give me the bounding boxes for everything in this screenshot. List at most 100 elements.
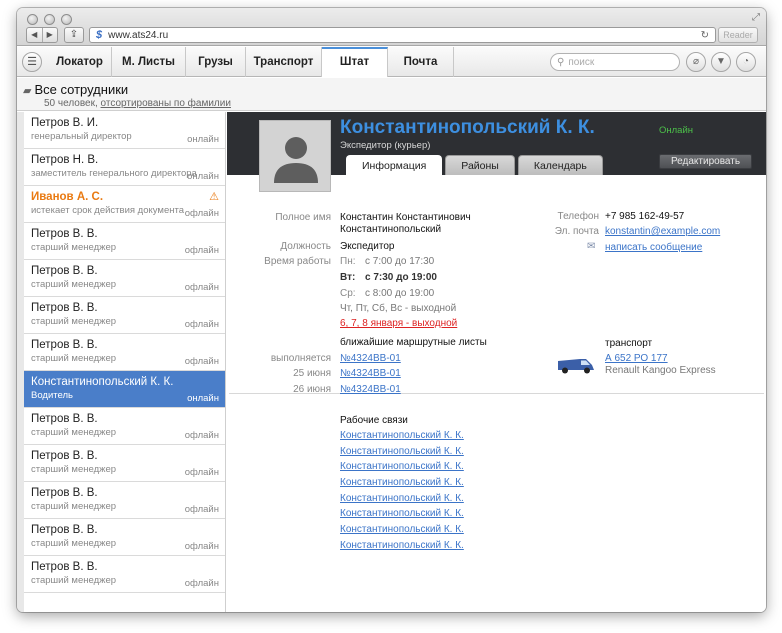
staff-list-item[interactable]: Петров В. В. старший менеджер офлайн: [24, 445, 225, 482]
hours-day: Ср:: [340, 288, 356, 299]
work-link[interactable]: Константинопольский К. К.: [340, 430, 464, 446]
hours-time: с 8:00 до 19:00: [365, 288, 435, 299]
route-label: 25 июня: [293, 368, 331, 379]
staff-status: офлайн: [184, 245, 219, 256]
work-link[interactable]: Константинопольский К. К.: [340, 446, 464, 462]
reload-icon[interactable]: ↻: [701, 30, 709, 41]
online-status: Онлайн: [659, 125, 694, 136]
search-input[interactable]: [568, 56, 669, 68]
reader-button[interactable]: Reader: [718, 27, 758, 43]
transport-model: Renault Kangoo Express: [605, 365, 716, 376]
sort-link[interactable]: отсортированы по фамилии: [101, 98, 231, 109]
route-link[interactable]: №4324ВВ-01: [340, 353, 401, 364]
tab-calendar[interactable]: Календарь: [517, 155, 603, 175]
attach-icon[interactable]: ⌀: [686, 52, 706, 72]
tab-info[interactable]: Информация: [346, 155, 443, 175]
holidays-text: 6, 7, 8 января - выходной: [340, 318, 458, 329]
minimize-window-button[interactable]: [44, 14, 55, 25]
work-link[interactable]: Константинопольский К. К.: [340, 524, 464, 540]
nav-buttons: ◀ ▶: [26, 27, 58, 43]
route-link[interactable]: №4324ВВ-01: [340, 384, 401, 395]
weekend-text: Чт, Пт, Сб, Вс - выходной: [340, 303, 457, 314]
staff-list-item[interactable]: Петров Н. В. заместитель генерального дир…: [24, 149, 225, 186]
list-gutter: [17, 112, 24, 612]
folder-icon: ▰: [23, 85, 32, 97]
hours-day: Вт:: [340, 272, 356, 283]
staff-status: онлайн: [187, 393, 219, 404]
staff-list-item[interactable]: Константинопольский К. К. Водитель онлайн: [24, 371, 225, 408]
staff-list-item[interactable]: Петров В. И. генеральный директор онлайн: [24, 112, 225, 149]
back-button[interactable]: ◀: [27, 28, 42, 42]
transport-plate-link[interactable]: А 652 РО 177: [605, 353, 668, 364]
filter-icon[interactable]: ▼: [711, 52, 731, 72]
staff-list-item[interactable]: Иванов А. С. истекает срок действия докум…: [24, 186, 225, 223]
staff-list-item[interactable]: Петров В. В. старший менеджер офлайн: [24, 556, 225, 593]
staff-list-item[interactable]: Петров В. В. старший менеджер офлайн: [24, 260, 225, 297]
work-link[interactable]: Константинопольский К. К.: [340, 477, 464, 493]
hours-time: с 7:30 до 19:00: [365, 272, 437, 283]
main-tabs: Локатор М. Листы Грузы Транспорт Штат По…: [48, 47, 454, 77]
email-link[interactable]: konstantin@example.com: [605, 226, 720, 237]
full-name-label: Полное имя: [275, 212, 331, 223]
staff-name: Константинопольский К. К.: [31, 376, 174, 388]
zoom-window-button[interactable]: [61, 14, 72, 25]
route-link[interactable]: №4324ВВ-01: [340, 368, 401, 379]
forward-button[interactable]: ▶: [41, 28, 58, 42]
tab-cargo[interactable]: Грузы: [186, 47, 246, 77]
profile-panel: Константинопольский К. К. Экспедитор (ку…: [227, 112, 766, 612]
staff-status: офлайн: [184, 504, 219, 515]
fullscreen-icon[interactable]: ⤢: [752, 12, 760, 23]
address-bar[interactable]: $ www.ats24.ru ↻: [89, 27, 716, 43]
window-controls: [27, 14, 72, 25]
tab-mail[interactable]: Почта: [388, 47, 454, 77]
warning-icon: ⚠: [209, 191, 219, 203]
staff-name: Петров В. В.: [31, 339, 98, 351]
tab-districts[interactable]: Районы: [445, 155, 515, 175]
work-links-list: Константинопольский К. К. Константинополь…: [340, 430, 464, 556]
close-window-button[interactable]: [27, 14, 38, 25]
work-link[interactable]: Константинопольский К. К.: [340, 540, 464, 556]
staff-name: Петров В. В.: [31, 487, 98, 499]
hours-time: с 7:00 до 17:30: [365, 256, 435, 267]
staff-list-item[interactable]: Петров В. В. старший менеджер офлайн: [24, 482, 225, 519]
work-link[interactable]: Константинопольский К. К.: [340, 461, 464, 477]
post-value: Экспедитор: [340, 241, 395, 252]
staff-list-item[interactable]: Петров В. В. старший менеджер офлайн: [24, 297, 225, 334]
avatar: [259, 120, 331, 192]
tab-transport[interactable]: Транспорт: [246, 47, 322, 77]
work-link[interactable]: Константинопольский К. К.: [340, 493, 464, 509]
message-link[interactable]: написать сообщение: [605, 242, 702, 253]
tab-staff[interactable]: Штат: [322, 47, 388, 77]
tab-route-sheets[interactable]: М. Листы: [112, 47, 186, 77]
browser-toolbar: ⤢ ◀ ▶ ⇪ $ www.ats24.ru ↻ Reader: [17, 8, 766, 46]
profile-position: Экспедитор (курьер): [340, 140, 431, 151]
staff-list-item[interactable]: Петров В. В. старший менеджер офлайн: [24, 334, 225, 371]
dashboard-icon[interactable]: ◔: [736, 52, 756, 72]
staff-list-item[interactable]: Петров В. В. старший менеджер офлайн: [24, 223, 225, 260]
staff-list-item[interactable]: Петров В. В. старший менеджер офлайн: [24, 408, 225, 445]
staff-status: офлайн: [184, 282, 219, 293]
staff-name: Петров В. В.: [31, 265, 98, 277]
staff-name: Петров В. В.: [31, 450, 98, 462]
post-label: Должность: [280, 241, 331, 252]
staff-name: Петров В. И.: [31, 117, 99, 129]
tab-locator[interactable]: Локатор: [48, 47, 112, 77]
phone-value: +7 985 162-49-57: [605, 211, 685, 222]
app-navbar: ☰ Локатор М. Листы Грузы Транспорт Штат …: [17, 47, 766, 77]
route-label: выполняется: [270, 353, 331, 364]
envelope-icon: ✉: [587, 241, 596, 252]
staff-list-item[interactable]: Петров В. В. старший менеджер офлайн: [24, 519, 225, 556]
share-icon[interactable]: ⇪: [64, 27, 84, 43]
work-link[interactable]: Константинопольский К. К.: [340, 508, 464, 524]
staff-name: Иванов А. С.: [31, 191, 104, 203]
van-icon: [558, 359, 594, 374]
staff-name: Петров В. В.: [31, 413, 98, 425]
full-name-line2: Константинопольский: [340, 224, 442, 235]
staff-name: Петров В. В.: [31, 561, 98, 573]
profile-name: Константинопольский К. К.: [340, 117, 595, 138]
menu-icon[interactable]: ☰: [22, 52, 42, 72]
staff-status: офлайн: [184, 430, 219, 441]
staff-status: офлайн: [184, 578, 219, 589]
edit-button[interactable]: Редактировать: [659, 154, 752, 169]
search-box: ⚲: [550, 53, 680, 71]
